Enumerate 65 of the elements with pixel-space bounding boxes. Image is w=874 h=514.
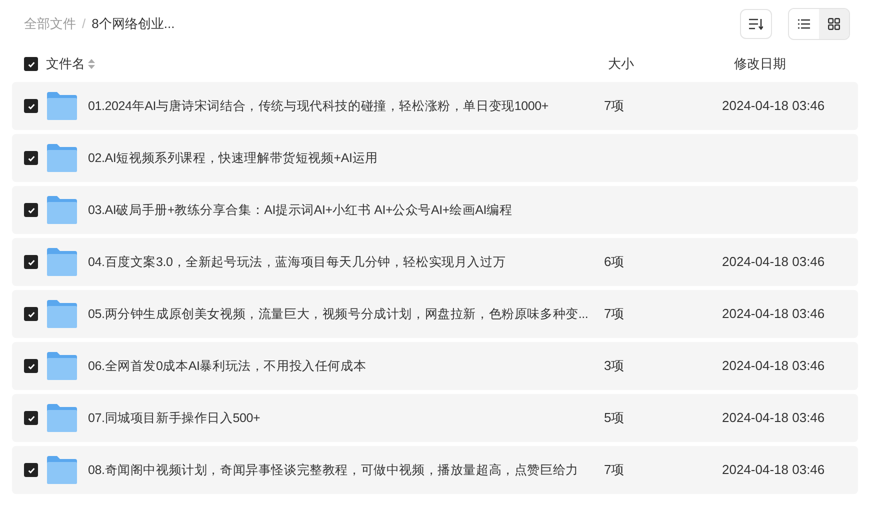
- folder-row[interactable]: 01.2024年AI与唐诗宋词结合，传统与现代科技的碰撞，轻松涨粉，单日变现1000+ 7项 2024-04-18 03:46: [12, 82, 858, 130]
- checkmark-icon: [26, 466, 36, 474]
- folder-name: 03.AI破局手册+教练分享合集：AI提示词AI+小红书 AI+公众号AI+绘画AI编程: [88, 202, 514, 219]
- folder-name: 02.AI短视频系列课程，快速理解带货短视频+AI运用: [88, 150, 379, 167]
- folder-name: 07.同城项目新手操作日入500+: [88, 410, 262, 427]
- checkmark-icon: [26, 258, 36, 266]
- folder-name: 06.全网首发0成本AI暴利玩法，不用投入任何成本: [88, 358, 368, 375]
- checkbox[interactable]: [24, 57, 38, 71]
- folder-row[interactable]: 08.奇闻阁中视频计划，奇闻异事怪谈完整教程，可做中视频，播放量超高，点赞巨给力 7项 2024-04-18 03:46: [12, 446, 858, 494]
- folder-row[interactable]: 02.AI短视频系列课程，快速理解带货短视频+AI运用: [12, 134, 858, 182]
- folder-name: 08.奇闻阁中视频计划，奇闻异事怪谈完整教程，可做中视频，播放量超高，点赞巨给力: [88, 462, 580, 479]
- folder-name: 01.2024年AI与唐诗宋词结合，传统与现代科技的碰撞，轻松涨粉，单日变现1000+: [88, 98, 550, 115]
- checkmark-icon: [26, 154, 36, 162]
- folder-icon: [47, 248, 77, 276]
- folder-icon: [47, 300, 77, 328]
- item-count: 7项: [604, 98, 624, 114]
- column-header[interactable]: 大小: [608, 54, 734, 74]
- folder-icon: [47, 92, 77, 120]
- modified-date: 2024-04-18 03:46: [722, 305, 825, 324]
- checkbox[interactable]: [24, 151, 38, 165]
- folder-name: 04.百度文案3.0，全新起号玩法，蓝海项目每天几分钟，轻松实现月入过万: [88, 254, 507, 271]
- checkmark-icon: [26, 206, 36, 214]
- folder-icon: [47, 196, 77, 224]
- checkbox[interactable]: [24, 203, 38, 217]
- checkbox[interactable]: [24, 99, 38, 113]
- item-count: 6项: [604, 254, 624, 270]
- checkbox[interactable]: [24, 411, 38, 425]
- item-count: 3项: [604, 358, 624, 374]
- modified-date: 2024-04-18 03:46: [722, 253, 825, 272]
- folder-icon: [47, 144, 77, 172]
- breadcrumb-link[interactable]: 8个网络创业...: [92, 14, 175, 34]
- checkbox[interactable]: [24, 255, 38, 269]
- list-icon: [798, 19, 810, 29]
- checkmark-icon: [26, 310, 36, 318]
- sort-icon: [749, 18, 763, 30]
- item-count: 7项: [604, 306, 624, 322]
- checkbox[interactable]: [24, 359, 38, 373]
- checkmark-icon: [26, 362, 36, 370]
- breadcrumb-separator: /: [82, 15, 86, 34]
- folder-row[interactable]: 07.同城项目新手操作日入500+ 5项 2024-04-18 03:46: [12, 394, 858, 442]
- sort-button[interactable]: [740, 9, 772, 39]
- modified-date: 2024-04-18 03:46: [722, 409, 825, 428]
- checkbox[interactable]: [24, 307, 38, 321]
- item-count: 5项: [604, 410, 624, 426]
- column-header[interactable]: 文件名: [46, 54, 85, 74]
- grid-view-button[interactable]: [819, 9, 849, 39]
- modified-date: 2024-04-18 03:46: [722, 357, 825, 376]
- folder-row[interactable]: 04.百度文案3.0，全新起号玩法，蓝海项目每天几分钟，轻松实现月入过万 6项 2024-04-18 03:46: [12, 238, 858, 286]
- checkmark-icon: [26, 60, 36, 68]
- item-count: 7项: [604, 462, 624, 478]
- checkmark-icon: [26, 414, 36, 422]
- checkmark-icon: [26, 102, 36, 110]
- column-header[interactable]: 修改日期: [734, 54, 786, 74]
- folder-row[interactable]: 03.AI破局手册+教练分享合集：AI提示词AI+小红书 AI+公众号AI+绘画AI编程: [12, 186, 858, 234]
- checkbox[interactable]: [24, 463, 38, 477]
- folder-row[interactable]: 05.两分钟生成原创美女视频，流量巨大，视频号分成计划，网盘拉新，色粉原味多种变... 7项 2024-04-18 03:46: [12, 290, 858, 338]
- modified-date: 2024-04-18 03:46: [722, 461, 825, 480]
- folder-icon: [47, 404, 77, 432]
- folder-icon: [47, 456, 77, 484]
- folder-row[interactable]: 06.全网首发0成本AI暴利玩法，不用投入任何成本 3项 2024-04-18 03:46: [12, 342, 858, 390]
- modified-date: 2024-04-18 03:46: [722, 97, 825, 116]
- sort-arrows-icon: [88, 59, 95, 69]
- folder-name: 05.两分钟生成原创美女视频，流量巨大，视频号分成计划，网盘拉新，色粉原味多种变...: [88, 306, 590, 323]
- grid-icon: [828, 18, 840, 30]
- folder-icon: [47, 352, 77, 380]
